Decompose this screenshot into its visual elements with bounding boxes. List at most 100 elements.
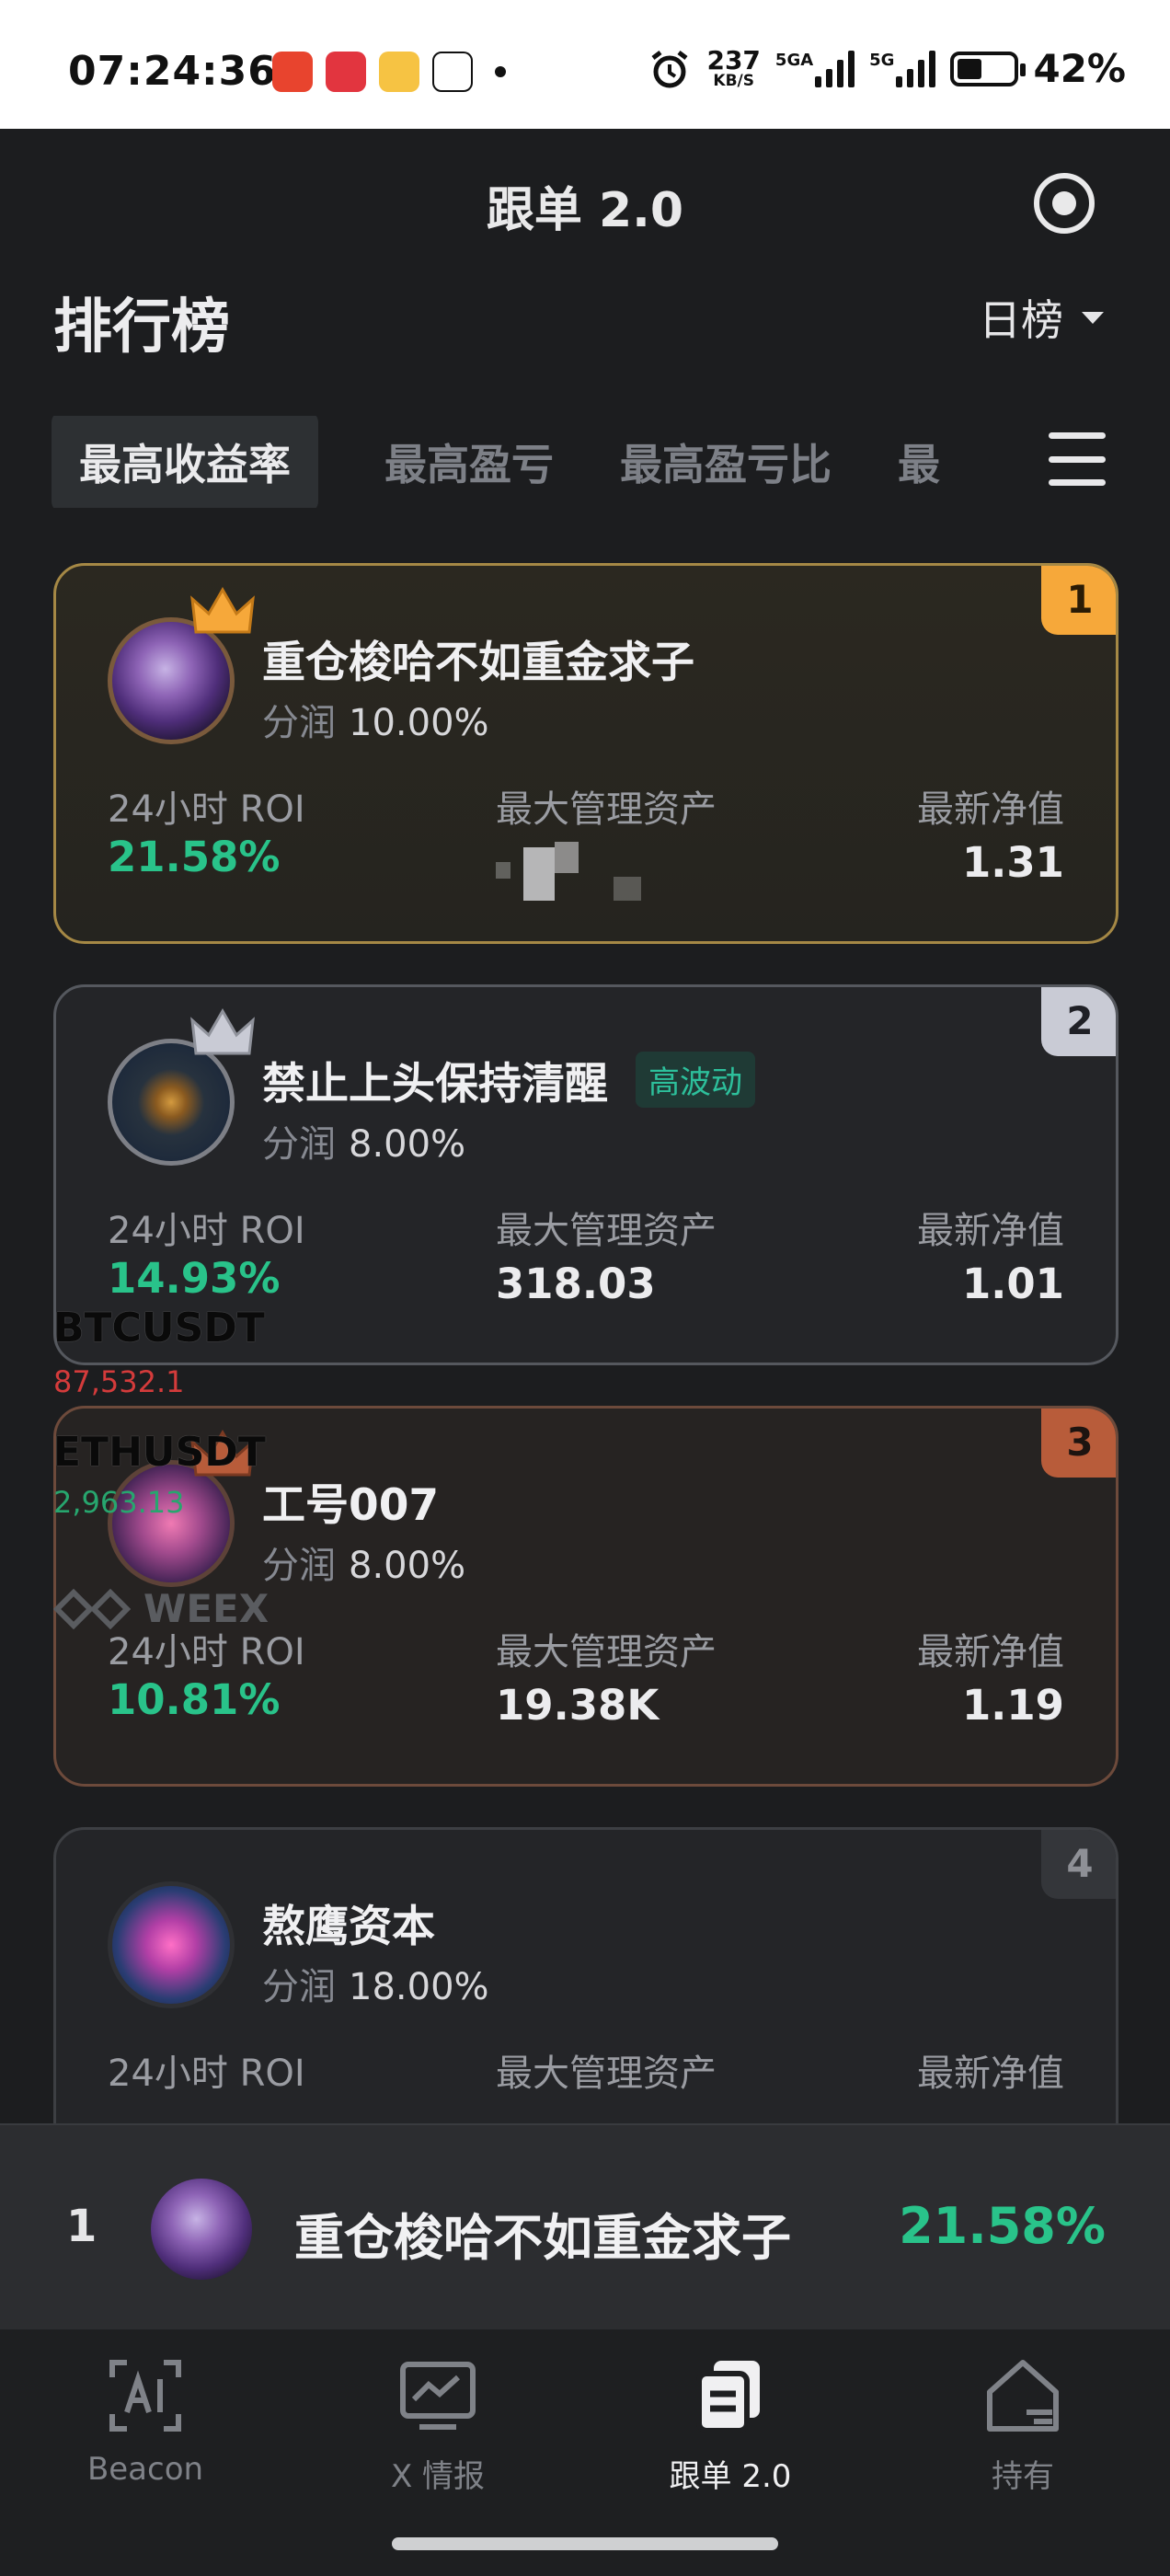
bronze-crown-icon — [190, 1429, 255, 1477]
rank-badge: 3 — [1041, 1409, 1116, 1478]
profit-share: 分润 8.00% — [262, 1535, 465, 1589]
taobao-icon — [272, 52, 313, 92]
copy-trade-icon — [696, 2361, 760, 2433]
profit-share: 分润 8.00% — [262, 1114, 465, 1167]
trader-name: 工号007 — [262, 1480, 440, 1531]
hongbao-icon — [326, 52, 366, 92]
aum-label: 最大管理资产 — [496, 1210, 717, 1252]
trader-name: 禁止上头保持清醒 — [262, 1059, 608, 1110]
share-label: 分润 — [262, 1966, 336, 2008]
weibo-icon — [379, 52, 419, 92]
status-indicators: 237 KB/S 5GA 5G 42% — [648, 46, 1126, 91]
target-icon[interactable] — [1034, 173, 1095, 234]
net-speed-value: 237 — [706, 45, 761, 75]
profit-share: 分润 10.00% — [262, 693, 489, 746]
trader-name: 重仓梭哈不如重金求子 — [262, 638, 694, 688]
chart-monitor-icon — [400, 2362, 476, 2430]
tab-highest-pnl-ratio[interactable]: 最高盈亏比 — [620, 431, 832, 492]
nav-item-holdings[interactable]: 持有 — [912, 2357, 1133, 2496]
nav-value: 1.01 — [961, 1259, 1064, 1308]
signal-sim1: 5GA — [774, 50, 855, 87]
period-dropdown[interactable]: 日榜 — [979, 287, 1104, 348]
aum-value-obscured — [496, 842, 643, 906]
roi-value: 10.81% — [108, 1675, 281, 1724]
trader-name: 熬鹰资本 — [262, 1902, 435, 1952]
tab-highest-pnl[interactable]: 最高盈亏 — [384, 431, 554, 492]
trader-name-row: 熬鹰资本 — [262, 1891, 435, 1954]
share-value: 8.00% — [349, 1123, 466, 1166]
ranking-tabs: 最高收益率 最高盈亏 最高盈亏比 最 — [52, 416, 1063, 508]
page-title: 跟单 2.0 — [486, 183, 684, 238]
signal-bars-icon — [815, 50, 855, 87]
nav-value: 1.19 — [961, 1681, 1064, 1730]
nav-label: 最新净值 — [917, 2053, 1064, 2095]
roi-label: 24小时 ROI — [108, 788, 305, 831]
nav-item-copy-trade[interactable]: 跟单 2.0 — [620, 2357, 841, 2496]
rank-badge: 1 — [1041, 566, 1116, 635]
nav-value: 1.31 — [961, 838, 1064, 887]
silver-crown-icon — [190, 1007, 255, 1055]
tab-more[interactable]: 最 — [898, 431, 940, 492]
house-icon — [987, 2360, 1059, 2432]
share-label: 分润 — [262, 1545, 336, 1587]
notification-icons — [272, 52, 506, 92]
trader-card-3[interactable]: 3 工号007 分润 8.00% 24小时 ROI 最大管理资产 最新净值 10.… — [53, 1406, 1118, 1787]
share-value: 8.00% — [349, 1545, 466, 1587]
avatar — [108, 1881, 235, 2008]
profit-share: 分润 18.00% — [262, 1957, 489, 2010]
share-value: 10.00% — [349, 702, 489, 744]
period-label: 日榜 — [979, 295, 1063, 345]
more-notifications-icon — [495, 66, 506, 77]
nav-label: Beacon — [86, 2451, 204, 2488]
nav-label: X 情报 — [390, 2458, 486, 2495]
share-value: 18.00% — [349, 1966, 489, 2008]
trader-card-2[interactable]: 2 禁止上头保持清醒 高波动 分润 8.00% 24小时 ROI 最大管理资产 最… — [53, 984, 1118, 1365]
qq-icon — [432, 52, 473, 92]
roi-label: 24小时 ROI — [108, 1210, 305, 1252]
alarm-icon — [651, 50, 688, 87]
aum-value: 318.03 — [496, 1259, 656, 1308]
my-rank: 1 — [66, 2201, 98, 2252]
roi-label: 24小时 ROI — [108, 2053, 305, 2095]
nav-label: 最新净值 — [917, 1210, 1064, 1252]
caret-down-icon — [1082, 311, 1104, 324]
rank-badge: 4 — [1041, 1830, 1116, 1899]
sim2-label: 5G — [869, 50, 895, 70]
status-time: 07:24:36 — [68, 48, 277, 95]
roi-label: 24小时 ROI — [108, 1631, 305, 1673]
ticker-price-btc: 87,532.1 — [53, 1364, 185, 1399]
battery-percent: 42% — [1033, 46, 1126, 91]
tab-highest-roi[interactable]: 最高收益率 — [52, 416, 318, 508]
trader-name-row: 重仓梭哈不如重金求子 — [262, 627, 694, 690]
aum-label: 最大管理资产 — [496, 1631, 717, 1673]
my-rank-bar[interactable]: 1 重仓梭哈不如重金求子 21.58% — [0, 2123, 1170, 2329]
rank-badge: 2 — [1041, 987, 1116, 1056]
share-label: 分润 — [262, 1123, 336, 1166]
net-speed: 237 KB/S — [706, 48, 760, 89]
app-header: 跟单 2.0 — [0, 129, 1170, 276]
avatar — [151, 2179, 252, 2280]
my-rank-name: 重仓梭哈不如重金求子 — [294, 2209, 791, 2267]
gold-crown-icon — [190, 586, 255, 634]
net-speed-unit: KB/S — [713, 72, 754, 90]
roi-value: 14.93% — [108, 1254, 281, 1303]
home-indicator[interactable] — [392, 2537, 778, 2550]
nav-item-x-intel[interactable]: X 情报 — [327, 2357, 548, 2496]
nav-label: 最新净值 — [917, 1631, 1064, 1673]
trader-name-row: 禁止上头保持清醒 高波动 — [262, 1048, 755, 1111]
aum-label: 最大管理资产 — [496, 788, 717, 831]
signal-bars-icon — [896, 50, 936, 87]
status-bar: 07:24:36 237 KB/S 5GA 5G 42% — [0, 0, 1170, 129]
nav-item-beacon[interactable]: Beacon — [35, 2357, 256, 2488]
sim1-label: 5GA — [774, 50, 814, 70]
menu-icon[interactable] — [1049, 431, 1106, 488]
ai-icon — [109, 2360, 181, 2432]
signal-sim2: 5G — [869, 50, 936, 87]
leaderboard-title: 排行榜 — [53, 293, 230, 362]
trader-card-1[interactable]: 1 重仓梭哈不如重金求子 分润 10.00% 24小时 ROI 最大管理资产 最新… — [53, 563, 1118, 944]
nav-label: 持有 — [992, 2458, 1054, 2495]
my-rank-roi: 21.58% — [899, 2197, 1106, 2255]
aum-label: 最大管理资产 — [496, 2053, 717, 2095]
trader-name-row: 工号007 — [262, 1469, 439, 1533]
nav-label: 跟单 2.0 — [669, 2458, 792, 2495]
